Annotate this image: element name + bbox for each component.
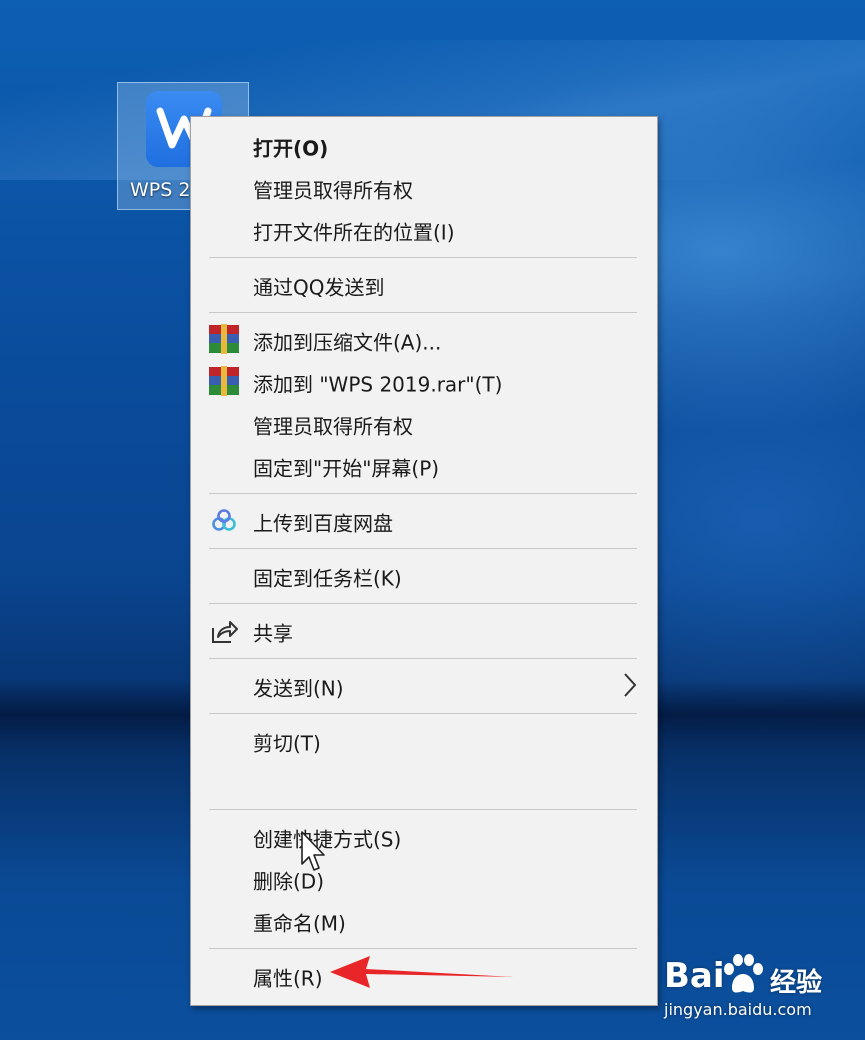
menu-item-label: 属性(R)	[253, 966, 323, 991]
menu-item-open-file-location[interactable]: 打开文件所在的位置(I)	[191, 211, 657, 251]
mouse-cursor-icon	[300, 830, 328, 878]
menu-item-label: 上传到百度网盘	[253, 511, 393, 536]
menu-item-rename[interactable]: 重命名(M)	[191, 902, 657, 942]
baidu-jingyan-watermark: Bai 经验 jingyan.baidu.com	[660, 948, 860, 1028]
menu-item-delete[interactable]: 删除(D)	[191, 860, 657, 900]
menu-item-cut[interactable]: 剪切(T)	[191, 722, 657, 762]
menu-item-add-to-archive[interactable]: 添加到压缩文件(A)...	[191, 321, 657, 361]
menu-separator	[209, 809, 637, 810]
baidu-paw-icon	[720, 952, 766, 1000]
menu-item-label: 添加到压缩文件(A)...	[253, 330, 442, 355]
desktop-background: WPS 2 打开(O) 管理员取得所有权 打开文件所在的位置(I) 通过QQ发送…	[0, 0, 865, 1040]
menu-item-open[interactable]: 打开(O)	[191, 127, 657, 167]
winrar-icon	[209, 366, 241, 399]
menu-item-share[interactable]: 共享	[191, 612, 657, 652]
menu-item-label: 管理员取得所有权	[253, 414, 413, 439]
menu-item-label: 打开(O)	[253, 136, 329, 161]
menu-item-label: 固定到任务栏(K)	[253, 566, 402, 591]
menu-separator	[209, 658, 637, 659]
menu-item-upload-baidu-netdisk[interactable]: 上传到百度网盘	[191, 502, 657, 542]
menu-separator	[209, 548, 637, 549]
desktop-icon-label: WPS 2	[130, 179, 191, 201]
menu-item-take-ownership[interactable]: 管理员取得所有权	[191, 169, 657, 209]
menu-separator	[209, 713, 637, 714]
menu-item-label: 发送到(N)	[253, 676, 344, 701]
menu-separator	[209, 493, 637, 494]
baidu-netdisk-icon	[209, 506, 241, 538]
menu-separator	[209, 257, 637, 258]
menu-separator	[209, 948, 637, 949]
menu-item-send-via-qq[interactable]: 通过QQ发送到	[191, 266, 657, 306]
menu-item-label: 重命名(M)	[253, 911, 346, 936]
menu-item-label: 通过QQ发送到	[253, 275, 385, 300]
menu-item-pin-to-start[interactable]: 固定到"开始"屏幕(P)	[191, 447, 657, 487]
menu-item-label: 剪切(T)	[253, 731, 321, 756]
menu-item-label: 固定到"开始"屏幕(P)	[253, 456, 440, 481]
menu-item-label: 共享	[253, 621, 293, 646]
menu-item-label: 打开文件所在的位置(I)	[253, 220, 455, 245]
menu-separator	[209, 603, 637, 604]
context-menu: 打开(O) 管理员取得所有权 打开文件所在的位置(I) 通过QQ发送到 添加到压…	[190, 116, 658, 1006]
menu-item-take-ownership-2[interactable]: 管理员取得所有权	[191, 405, 657, 445]
watermark-url: jingyan.baidu.com	[664, 1000, 812, 1019]
menu-item-send-to[interactable]: 发送到(N)	[191, 667, 657, 707]
winrar-icon	[209, 324, 241, 357]
menu-item-label: 添加到 "WPS 2019.rar"(T)	[253, 372, 503, 397]
menu-item-label: 管理员取得所有权	[253, 178, 413, 203]
chevron-right-icon	[623, 672, 637, 702]
watermark-brand: Bai	[664, 956, 725, 996]
menu-separator	[209, 312, 637, 313]
share-icon	[209, 616, 241, 648]
menu-item-add-to-rar[interactable]: 添加到 "WPS 2019.rar"(T)	[191, 363, 657, 403]
annotation-arrow-icon	[326, 952, 516, 1002]
watermark-brand-suffix: 经验	[770, 968, 823, 998]
menu-item-create-shortcut[interactable]: 创建快捷方式(S)	[191, 818, 657, 858]
menu-item-pin-to-taskbar[interactable]: 固定到任务栏(K)	[191, 557, 657, 597]
